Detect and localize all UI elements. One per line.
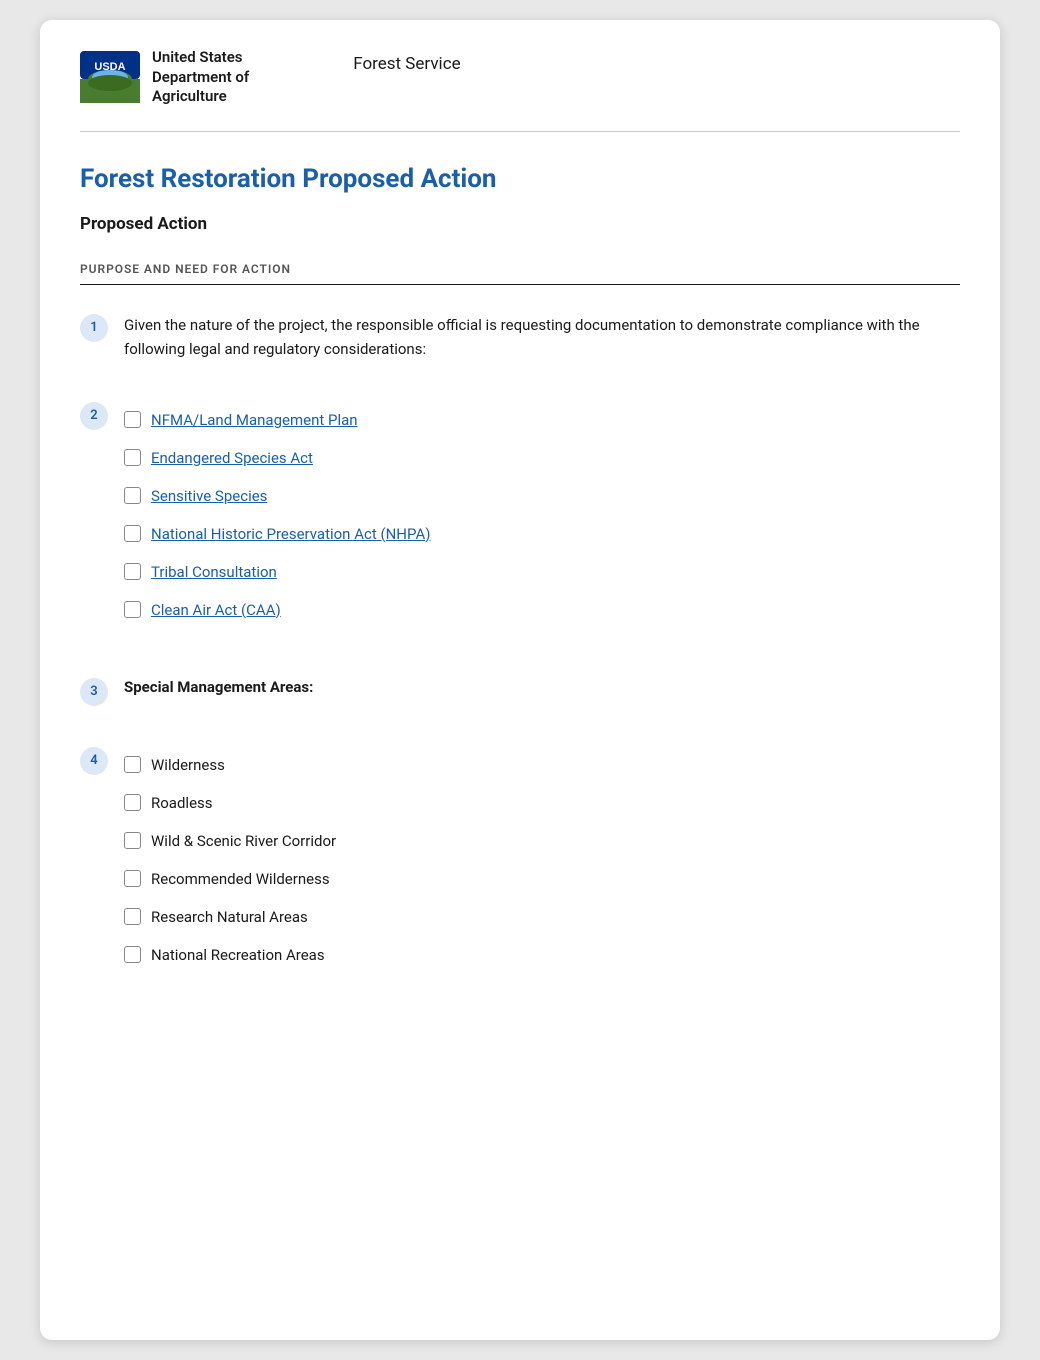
black-checkbox-list: Wilderness Roadless Wild & Scenic River … [124,746,960,974]
checkbox-tribal[interactable] [124,563,141,580]
checkbox-item-nfma: NFMA/Land Management Plan [124,401,960,439]
badge-1: 1 [80,314,108,342]
checkbox-nfma[interactable] [124,411,141,428]
checkbox-label-recommended-wilderness[interactable]: Recommended Wilderness [151,870,330,888]
checkbox-national-recreation[interactable] [124,946,141,963]
main-content: Forest Restoration Proposed Action Propo… [40,132,1000,1038]
item-2: 2 NFMA/Land Management Plan Endangered S… [80,401,960,629]
header: USDA United States Department of Agricul… [40,20,1000,131]
checkbox-item-tribal: Tribal Consultation [124,553,960,591]
checkbox-item-wild-scenic: Wild & Scenic River Corridor [124,822,960,860]
section-divider [80,284,960,285]
checkbox-item-recommended-wilderness: Recommended Wilderness [124,860,960,898]
checkbox-label-roadless[interactable]: Roadless [151,794,213,812]
checkbox-wilderness[interactable] [124,756,141,773]
checkbox-label-esa[interactable]: Endangered Species Act [151,449,313,467]
checkbox-roadless[interactable] [124,794,141,811]
usda-logo: USDA United States Department of Agricul… [80,48,249,107]
checkbox-label-tribal[interactable]: Tribal Consultation [151,563,277,581]
checkbox-item-wilderness: Wilderness [124,746,960,784]
checkbox-caa[interactable] [124,601,141,618]
item-3-content: Special Management Areas: [124,677,960,696]
checkbox-item-research-natural: Research Natural Areas [124,898,960,936]
checkbox-item-sensitive: Sensitive Species [124,477,960,515]
purpose-label: PURPOSE AND NEED FOR ACTION [80,262,960,276]
checkbox-wild-scenic[interactable] [124,832,141,849]
blue-checkbox-list: NFMA/Land Management Plan Endangered Spe… [124,401,960,629]
item-3: 3 Special Management Areas: [80,677,960,706]
forest-service-label: Forest Service [353,54,460,74]
checkbox-research-natural[interactable] [124,908,141,925]
logo-text: United States Department of Agriculture [152,48,249,107]
checkbox-esa[interactable] [124,449,141,466]
logo-line3: Agriculture [152,87,249,107]
checkbox-label-national-recreation[interactable]: National Recreation Areas [151,946,325,964]
item-1-content: Given the nature of the project, the res… [124,313,960,361]
checkbox-recommended-wilderness[interactable] [124,870,141,887]
item-2-content: NFMA/Land Management Plan Endangered Spe… [124,401,960,629]
checkbox-label-caa[interactable]: Clean Air Act (CAA) [151,601,281,619]
badge-2: 2 [80,402,108,430]
checkbox-label-wilderness[interactable]: Wilderness [151,756,225,774]
item-4: 4 Wilderness Roadless Wild & Scenic Rive… [80,746,960,974]
item-1-text: Given the nature of the project, the res… [124,313,960,361]
checkbox-label-nfma[interactable]: NFMA/Land Management Plan [151,411,358,429]
usda-emblem-icon: USDA [80,51,140,103]
checkbox-item-roadless: Roadless [124,784,960,822]
checkbox-sensitive[interactable] [124,487,141,504]
logo-line2: Department of [152,68,249,88]
checkbox-label-wild-scenic[interactable]: Wild & Scenic River Corridor [151,832,336,850]
item-1: 1 Given the nature of the project, the r… [80,313,960,361]
checkbox-label-sensitive[interactable]: Sensitive Species [151,487,267,505]
checkbox-item-nhpa: National Historic Preservation Act (NHPA… [124,515,960,553]
checkbox-label-nhpa[interactable]: National Historic Preservation Act (NHPA… [151,525,430,543]
badge-3: 3 [80,678,108,706]
badge-4: 4 [80,747,108,775]
page-title: Forest Restoration Proposed Action [80,164,960,194]
checkbox-label-research-natural[interactable]: Research Natural Areas [151,908,308,926]
section-heading: Proposed Action [80,214,960,234]
page-container: USDA United States Department of Agricul… [40,20,1000,1340]
logo-line1: United States [152,48,249,68]
item-4-content: Wilderness Roadless Wild & Scenic River … [124,746,960,974]
checkbox-item-national-recreation: National Recreation Areas [124,936,960,974]
checkbox-item-caa: Clean Air Act (CAA) [124,591,960,629]
item-3-heading: Special Management Areas: [124,678,313,696]
checkbox-item-esa: Endangered Species Act [124,439,960,477]
checkbox-nhpa[interactable] [124,525,141,542]
